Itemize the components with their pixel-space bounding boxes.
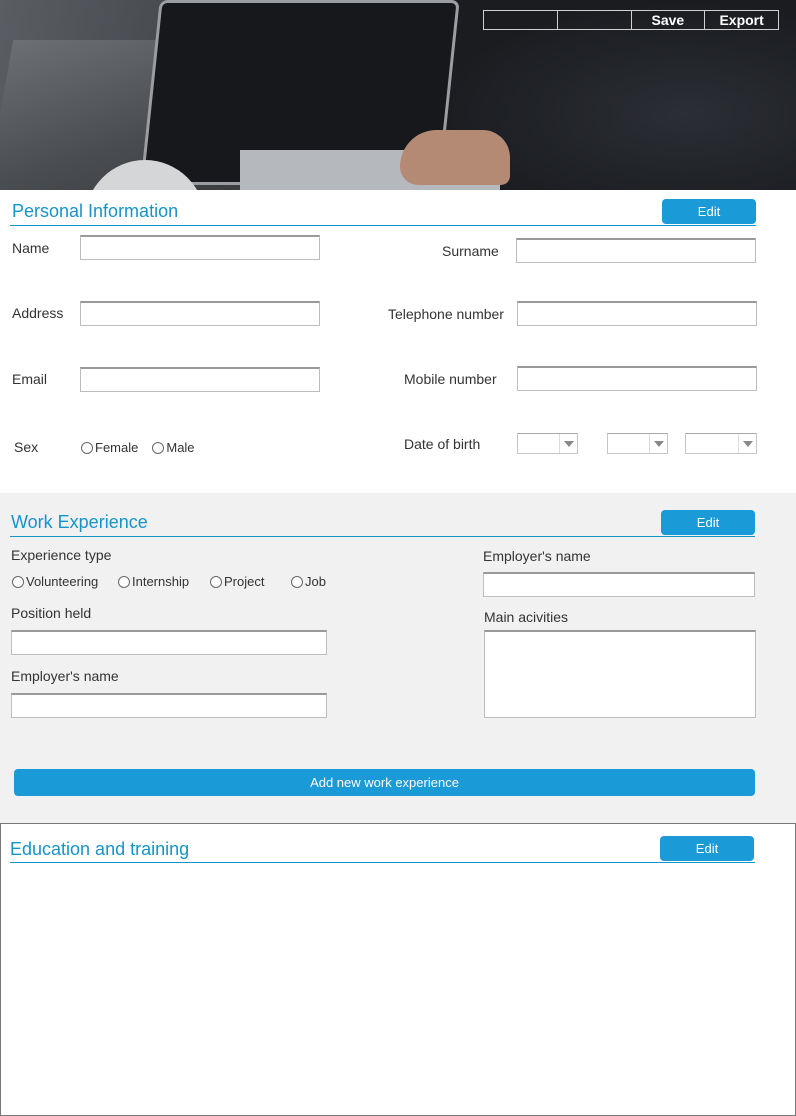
sex-label: Sex (14, 439, 39, 455)
work-experience-section: Work Experience Edit Experience type Vol… (0, 493, 796, 824)
employer-name-input-right[interactable] (483, 572, 755, 597)
radio-circle-icon (152, 441, 165, 454)
chevron-down-icon (559, 434, 577, 453)
toolbar-button-1[interactable] (484, 11, 558, 29)
telephone-label: Telephone number (388, 306, 504, 322)
education-training-title: Education and training (10, 839, 190, 859)
chevron-down-icon (738, 434, 756, 453)
add-work-experience-button[interactable]: Add new work experience (14, 769, 755, 796)
experience-radio-job[interactable]: Job (291, 574, 326, 589)
surname-input[interactable] (516, 238, 756, 263)
radio-label: Male (166, 440, 195, 455)
sex-radio-female[interactable]: Female (81, 440, 138, 455)
section-divider (10, 536, 755, 537)
work-edit-button[interactable]: Edit (661, 510, 755, 535)
position-held-label: Position held (11, 605, 92, 621)
experience-type-radio-group: Volunteering Internship Project Job (12, 574, 326, 589)
save-button[interactable]: Save (632, 11, 706, 29)
employer-name-input-left[interactable] (11, 693, 327, 718)
dob-year-select[interactable] (685, 433, 757, 454)
telephone-input[interactable] (517, 301, 757, 326)
radio-circle-icon (12, 575, 24, 588)
dob-month-select[interactable] (607, 433, 668, 454)
employer-name-label-left: Employer's name (11, 668, 119, 684)
radio-circle-icon (118, 575, 130, 588)
experience-radio-project[interactable]: Project (210, 574, 291, 589)
personal-information-title: Personal Information (12, 201, 179, 221)
dob-day-select[interactable] (517, 433, 578, 454)
section-divider (10, 225, 756, 226)
radio-label: Job (305, 574, 326, 589)
chevron-down-icon (649, 434, 667, 453)
radio-label: Volunteering (26, 574, 99, 589)
email-input[interactable] (80, 367, 320, 392)
export-button[interactable]: Export (705, 11, 778, 29)
experience-type-label: Experience type (11, 547, 112, 563)
radio-circle-icon (81, 441, 93, 454)
education-edit-button[interactable]: Edit (660, 836, 754, 861)
surname-label: Surname (442, 243, 499, 259)
section-divider (10, 862, 755, 863)
radio-label: Female (95, 440, 139, 455)
experience-radio-volunteering[interactable]: Volunteering (12, 574, 118, 589)
experience-radio-internship[interactable]: Internship (118, 574, 210, 589)
employer-name-label-right: Employer's name (483, 548, 591, 564)
radio-label: Project (224, 574, 265, 589)
address-label: Address (12, 305, 64, 321)
sex-radio-male[interactable]: Male (152, 440, 195, 455)
name-label: Name (12, 240, 50, 256)
email-label: Email (12, 371, 48, 387)
sex-radio-group: Female Male (81, 440, 195, 455)
main-activities-label: Main acivities (484, 609, 569, 625)
banner-hand (400, 130, 510, 185)
date-of-birth-label: Date of birth (404, 436, 481, 452)
radio-label: Internship (132, 574, 190, 589)
name-input[interactable] (80, 235, 320, 260)
mobile-label: Mobile number (404, 371, 497, 387)
toolbar-button-2[interactable] (558, 11, 632, 29)
personal-information-section: Personal Information Edit Name Surname A… (0, 190, 796, 493)
position-held-input[interactable] (11, 630, 327, 655)
radio-circle-icon (291, 575, 303, 588)
work-experience-title: Work Experience (11, 512, 148, 532)
main-activities-textarea[interactable] (484, 630, 756, 718)
personal-edit-button[interactable]: Edit (662, 199, 756, 224)
top-toolbar: Save Export (483, 10, 779, 30)
mobile-input[interactable] (517, 366, 757, 391)
education-training-section: Education and training Edit (0, 823, 796, 1116)
address-input[interactable] (80, 301, 320, 326)
radio-circle-icon (210, 575, 222, 588)
header-banner-image: Save Export (0, 0, 796, 190)
